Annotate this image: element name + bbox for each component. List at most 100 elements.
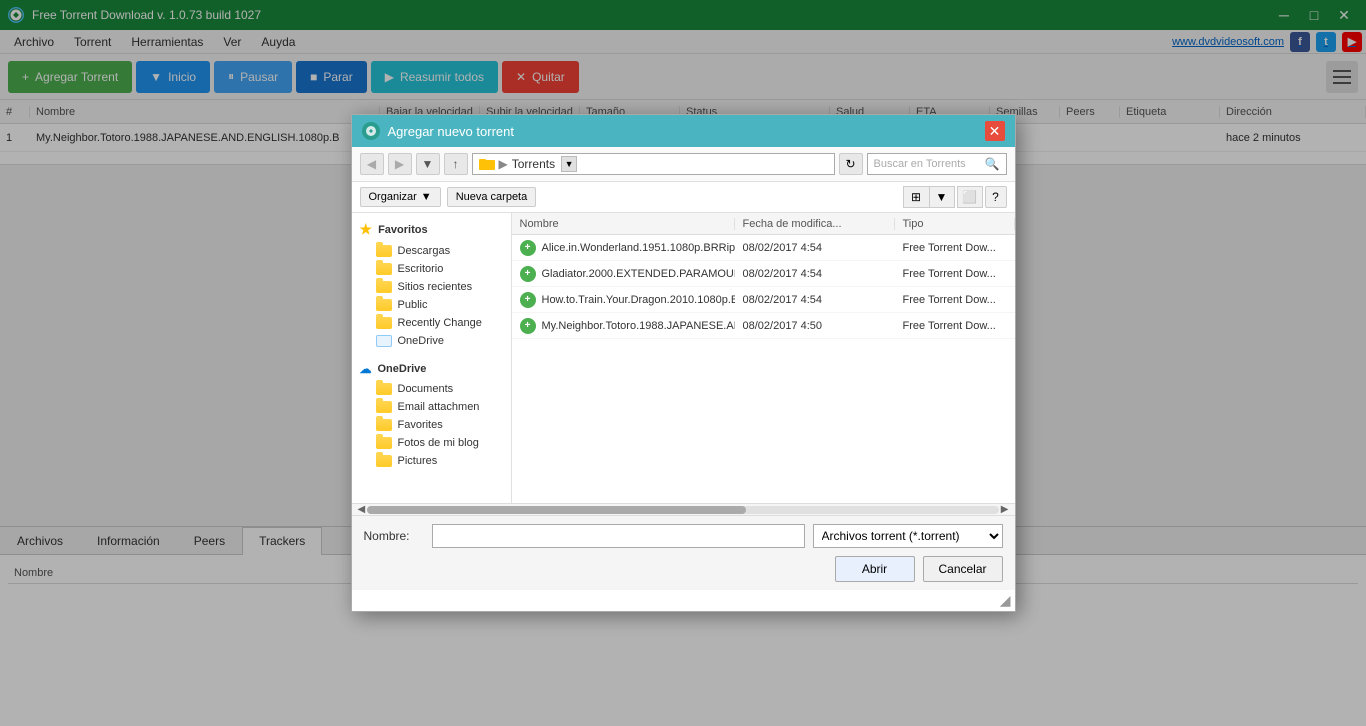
left-item-label: Recently Change bbox=[398, 317, 482, 329]
file-row[interactable]: + Alice.in.Wonderland.1951.1080p.BRRip.x… bbox=[512, 235, 1015, 261]
favorites-label: Favoritos bbox=[378, 224, 428, 236]
nueva-carpeta-label: Nueva carpeta bbox=[456, 191, 528, 203]
cancel-button[interactable]: Cancelar bbox=[923, 556, 1003, 582]
dialog-close-button[interactable]: ✕ bbox=[985, 121, 1005, 141]
breadcrumb: ▶ Torrents ▼ bbox=[479, 156, 578, 173]
file-type: Free Torrent Dow... bbox=[895, 242, 1015, 254]
path-dropdown[interactable]: ▼ bbox=[561, 156, 577, 172]
open-button[interactable]: Abrir bbox=[835, 556, 915, 582]
back-button[interactable]: ◀ bbox=[360, 153, 384, 175]
dialog-title: Agregar nuevo torrent bbox=[388, 124, 985, 139]
left-item-label: OneDrive bbox=[398, 335, 444, 347]
view-buttons: ⊞ ▼ ⬜ ? bbox=[903, 186, 1007, 208]
folder-icon bbox=[376, 263, 392, 275]
left-item-documents[interactable]: Documents bbox=[352, 380, 511, 398]
favorites-header: ★ Favoritos bbox=[352, 217, 511, 242]
scroll-left-arrow[interactable]: ◀ bbox=[356, 504, 368, 515]
folder-icon bbox=[376, 317, 392, 329]
organizar-label: Organizar bbox=[369, 191, 417, 203]
files-col-name[interactable]: Nombre bbox=[512, 218, 735, 230]
torrent-icon: + bbox=[520, 292, 536, 308]
left-item-public[interactable]: Public bbox=[352, 296, 511, 314]
view-dropdown-button[interactable]: ▼ bbox=[929, 186, 955, 208]
onedrive-small-icon bbox=[376, 335, 392, 347]
filetype-select[interactable]: Archivos torrent (*.torrent) bbox=[813, 524, 1003, 548]
files-col-type[interactable]: Tipo bbox=[895, 218, 1015, 230]
folder-icon bbox=[376, 245, 392, 257]
file-name: + Gladiator.2000.EXTENDED.PARAMOUNT.... bbox=[512, 266, 735, 282]
left-item-descargas[interactable]: Descargas bbox=[352, 242, 511, 260]
view-list-button[interactable]: ⊞ bbox=[903, 186, 929, 208]
left-item-recently[interactable]: Recently Change bbox=[352, 314, 511, 332]
file-name: + Alice.in.Wonderland.1951.1080p.BRRip.x… bbox=[512, 240, 735, 256]
dialog-bottom: Nombre: Archivos torrent (*.torrent) Abr… bbox=[352, 515, 1015, 590]
left-item-label: Descargas bbox=[398, 245, 451, 257]
file-date: 08/02/2017 4:54 bbox=[735, 242, 895, 254]
left-item-label: Fotos de mi blog bbox=[398, 437, 479, 449]
dialog-buttons: Abrir Cancelar bbox=[364, 556, 1003, 582]
view-pane-button[interactable]: ⬜ bbox=[957, 186, 983, 208]
left-item-favorites[interactable]: Favorites bbox=[352, 416, 511, 434]
left-item-label: Favorites bbox=[398, 419, 443, 431]
dialog-overlay: Agregar nuevo torrent ✕ ◀ ▶ ▼ ↑ ▶ Torren bbox=[0, 0, 1366, 726]
folder-icon bbox=[376, 419, 392, 431]
left-item-sitios[interactable]: Sitios recientes bbox=[352, 278, 511, 296]
file-date: 08/02/2017 4:54 bbox=[735, 294, 895, 306]
help-button[interactable]: ? bbox=[985, 186, 1007, 208]
search-icon: 🔍 bbox=[985, 157, 1000, 171]
file-name: + My.Neighbor.Totoro.1988.JAPANESE.AN...… bbox=[512, 318, 735, 334]
nueva-carpeta-button[interactable]: Nueva carpeta bbox=[447, 187, 537, 207]
path-torrents[interactable]: Torrents bbox=[512, 157, 555, 171]
folder-icon bbox=[376, 383, 392, 395]
scroll-track[interactable] bbox=[367, 506, 999, 514]
file-name: + How.to.Train.Your.Dragon.2010.1080p.Bl… bbox=[512, 292, 735, 308]
left-item-fotos[interactable]: Fotos de mi blog bbox=[352, 434, 511, 452]
refresh-button[interactable]: ↻ bbox=[839, 153, 863, 175]
folder-icon bbox=[376, 299, 392, 311]
folder-icon bbox=[376, 401, 392, 413]
dialog-left-panel: ★ Favoritos Descargas Escritorio Sitios … bbox=[352, 213, 512, 503]
file-type: Free Torrent Dow... bbox=[895, 294, 1015, 306]
files-col-date[interactable]: Fecha de modifica... bbox=[735, 218, 895, 230]
organizar-arrow: ▼ bbox=[421, 191, 432, 203]
file-type: Free Torrent Dow... bbox=[895, 268, 1015, 280]
forward-button[interactable]: ▶ bbox=[388, 153, 412, 175]
dialog-scrollbar: ◀ ▶ bbox=[352, 503, 1015, 515]
dialog-title-bar: Agregar nuevo torrent ✕ bbox=[352, 115, 1015, 147]
dialog-right-panel: Nombre Fecha de modifica... Tipo + Alice… bbox=[512, 213, 1015, 503]
file-name-text: Gladiator.2000.EXTENDED.PARAMOUNT.... bbox=[542, 268, 735, 280]
left-item-pictures[interactable]: Pictures bbox=[352, 452, 511, 470]
onedrive-header: ☁ OneDrive bbox=[352, 358, 511, 380]
folder-icon bbox=[376, 281, 392, 293]
organizar-button[interactable]: Organizar ▼ bbox=[360, 187, 441, 207]
dropdown-button[interactable]: ▼ bbox=[416, 153, 440, 175]
scroll-right-arrow[interactable]: ▶ bbox=[999, 504, 1011, 515]
left-item-label: Documents bbox=[398, 383, 454, 395]
file-row[interactable]: + My.Neighbor.Totoro.1988.JAPANESE.AN...… bbox=[512, 313, 1015, 339]
onedrive-cloud-icon: ☁ bbox=[360, 362, 372, 376]
left-item-escritorio[interactable]: Escritorio bbox=[352, 260, 511, 278]
file-name-text: How.to.Train.Your.Dragon.2010.1080p.Bl..… bbox=[542, 294, 735, 306]
left-item-email[interactable]: Email attachmen bbox=[352, 398, 511, 416]
left-item-label: Pictures bbox=[398, 455, 438, 467]
folder-icon bbox=[376, 455, 392, 467]
left-item-label: Email attachmen bbox=[398, 401, 480, 413]
address-box[interactable]: ▶ Torrents ▼ bbox=[472, 153, 835, 175]
dialog-icon bbox=[362, 122, 380, 140]
onedrive-section-label: OneDrive bbox=[378, 363, 427, 375]
file-row[interactable]: + How.to.Train.Your.Dragon.2010.1080p.Bl… bbox=[512, 287, 1015, 313]
left-item-label: Escritorio bbox=[398, 263, 444, 275]
file-date: 08/02/2017 4:54 bbox=[735, 268, 895, 280]
folder-icon bbox=[376, 437, 392, 449]
filename-row: Nombre: Archivos torrent (*.torrent) bbox=[364, 524, 1003, 548]
left-item-onedrive-fav[interactable]: OneDrive bbox=[352, 332, 511, 350]
up-button[interactable]: ↑ bbox=[444, 153, 468, 175]
torrent-icon: + bbox=[520, 266, 536, 282]
torrent-icon: + bbox=[520, 318, 536, 334]
resize-handle[interactable]: ◢ bbox=[352, 590, 1015, 611]
files-header: Nombre Fecha de modifica... Tipo bbox=[512, 213, 1015, 235]
file-row[interactable]: + Gladiator.2000.EXTENDED.PARAMOUNT.... … bbox=[512, 261, 1015, 287]
filename-input[interactable] bbox=[432, 524, 805, 548]
file-name-text: My.Neighbor.Totoro.1988.JAPANESE.AN.... bbox=[542, 320, 735, 332]
left-item-label: Sitios recientes bbox=[398, 281, 473, 293]
